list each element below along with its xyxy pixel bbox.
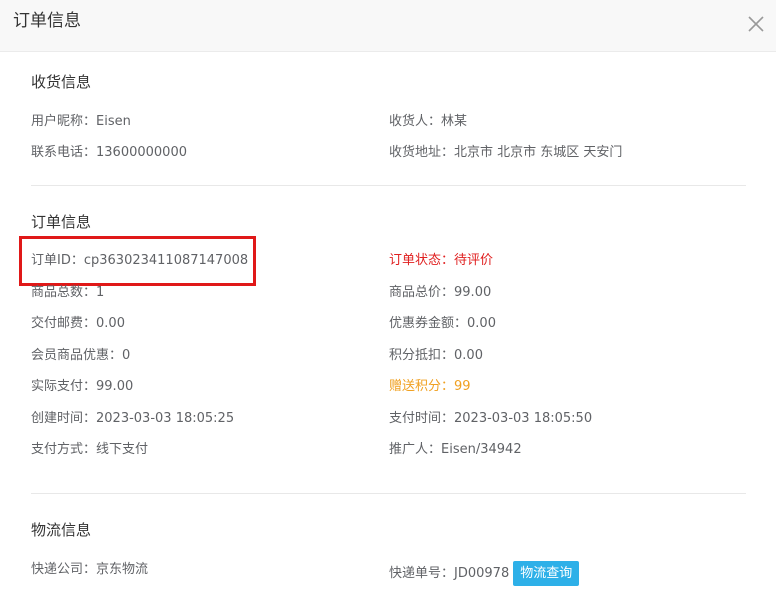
coupon-label: 优惠券金额： bbox=[389, 316, 468, 331]
close-button[interactable] bbox=[744, 12, 768, 36]
total-price-row: 商品总价：99.00 bbox=[389, 284, 491, 302]
phone-value: 13600000000 bbox=[96, 145, 187, 160]
total-price-label: 商品总价： bbox=[389, 285, 455, 300]
created-at-label: 创建时间： bbox=[31, 411, 97, 426]
address-row: 收货地址：北京市 北京市 东城区 天安门 bbox=[389, 144, 622, 162]
member-discount-label: 会员商品优惠： bbox=[31, 348, 123, 363]
coupon-value: 0.00 bbox=[467, 316, 496, 331]
divider bbox=[31, 185, 746, 186]
logistics-section-title: 物流信息 bbox=[31, 521, 92, 539]
pay-method-row: 支付方式：线下支付 bbox=[31, 441, 148, 459]
nickname-value: Eisen bbox=[96, 114, 131, 129]
receiver-value: 林某 bbox=[441, 114, 468, 129]
address-label: 收货地址： bbox=[389, 145, 455, 160]
pay-method-value: 线下支付 bbox=[96, 442, 149, 457]
order-section-title: 订单信息 bbox=[31, 213, 92, 231]
courier-company-row: 快递公司：京东物流 bbox=[31, 561, 148, 579]
courier-company-label: 快递公司： bbox=[31, 562, 97, 577]
created-at-row: 创建时间：2023-03-03 18:05:25 bbox=[31, 410, 234, 428]
coupon-row: 优惠券金额：0.00 bbox=[389, 315, 496, 333]
paid-row: 实际支付：99.00 bbox=[31, 378, 133, 396]
postage-value: 0.00 bbox=[96, 316, 125, 331]
item-count-value: 1 bbox=[96, 285, 105, 300]
pay-method-label: 支付方式： bbox=[31, 442, 97, 457]
promoter-value: Eisen/34942 bbox=[441, 442, 522, 457]
tracking-number-label: 快递单号： bbox=[389, 566, 455, 581]
track-logistics-button[interactable]: 物流查询 bbox=[513, 561, 580, 586]
receiver-label: 收货人： bbox=[389, 114, 442, 129]
order-id-row: 订单ID：cp363023411087147008 bbox=[31, 252, 248, 270]
item-count-row: 商品总数：1 bbox=[31, 284, 104, 302]
shipping-section-title: 收货信息 bbox=[31, 73, 92, 91]
points-deduction-label: 积分抵扣： bbox=[389, 348, 455, 363]
order-id-label: 订单ID： bbox=[31, 253, 84, 268]
nickname-row: 用户昵称：Eisen bbox=[31, 113, 131, 131]
order-status-label: 订单状态： bbox=[389, 253, 455, 268]
promoter-row: 推广人：Eisen/34942 bbox=[389, 441, 522, 459]
paid-at-label: 支付时间： bbox=[389, 411, 455, 426]
receiver-row: 收货人：林某 bbox=[389, 113, 467, 131]
postage-label: 交付邮费： bbox=[31, 316, 97, 331]
courier-company-value: 京东物流 bbox=[96, 562, 149, 577]
nickname-label: 用户昵称： bbox=[31, 114, 97, 129]
order-status-row: 订单状态：待评价 bbox=[389, 252, 493, 270]
divider bbox=[31, 493, 746, 494]
postage-row: 交付邮费：0.00 bbox=[31, 315, 125, 333]
phone-label: 联系电话： bbox=[31, 145, 97, 160]
order-status-value: 待评价 bbox=[454, 253, 494, 268]
close-icon bbox=[748, 16, 764, 32]
dialog-header: 订单信息 bbox=[0, 0, 776, 52]
paid-at-value: 2023-03-03 18:05:50 bbox=[454, 411, 593, 426]
points-deduction-row: 积分抵扣：0.00 bbox=[389, 347, 483, 365]
tracking-number-value: JD00978 bbox=[454, 566, 510, 581]
paid-at-row: 支付时间：2023-03-03 18:05:50 bbox=[389, 410, 592, 428]
item-count-label: 商品总数： bbox=[31, 285, 97, 300]
dialog-title: 订单信息 bbox=[13, 11, 81, 31]
bonus-points-value: 99 bbox=[454, 379, 471, 394]
order-id-value: cp363023411087147008 bbox=[83, 253, 249, 268]
tracking-number-row: 快递单号：JD00978 物流查询 bbox=[389, 561, 580, 586]
bonus-points-label: 赠送积分： bbox=[389, 379, 455, 394]
paid-value: 99.00 bbox=[96, 379, 134, 394]
member-discount-row: 会员商品优惠：0 bbox=[31, 347, 130, 365]
paid-label: 实际支付： bbox=[31, 379, 97, 394]
promoter-label: 推广人： bbox=[389, 442, 442, 457]
points-deduction-value: 0.00 bbox=[454, 348, 483, 363]
phone-row: 联系电话：13600000000 bbox=[31, 144, 187, 162]
bonus-points-row: 赠送积分：99 bbox=[389, 378, 471, 396]
order-detail-dialog: 订单信息 收货信息 用户昵称：Eisen 收货人：林某 联系电话：1360000… bbox=[0, 0, 776, 612]
member-discount-value: 0 bbox=[122, 348, 131, 363]
created-at-value: 2023-03-03 18:05:25 bbox=[96, 411, 235, 426]
total-price-value: 99.00 bbox=[454, 285, 492, 300]
address-value: 北京市 北京市 东城区 天安门 bbox=[454, 145, 623, 160]
